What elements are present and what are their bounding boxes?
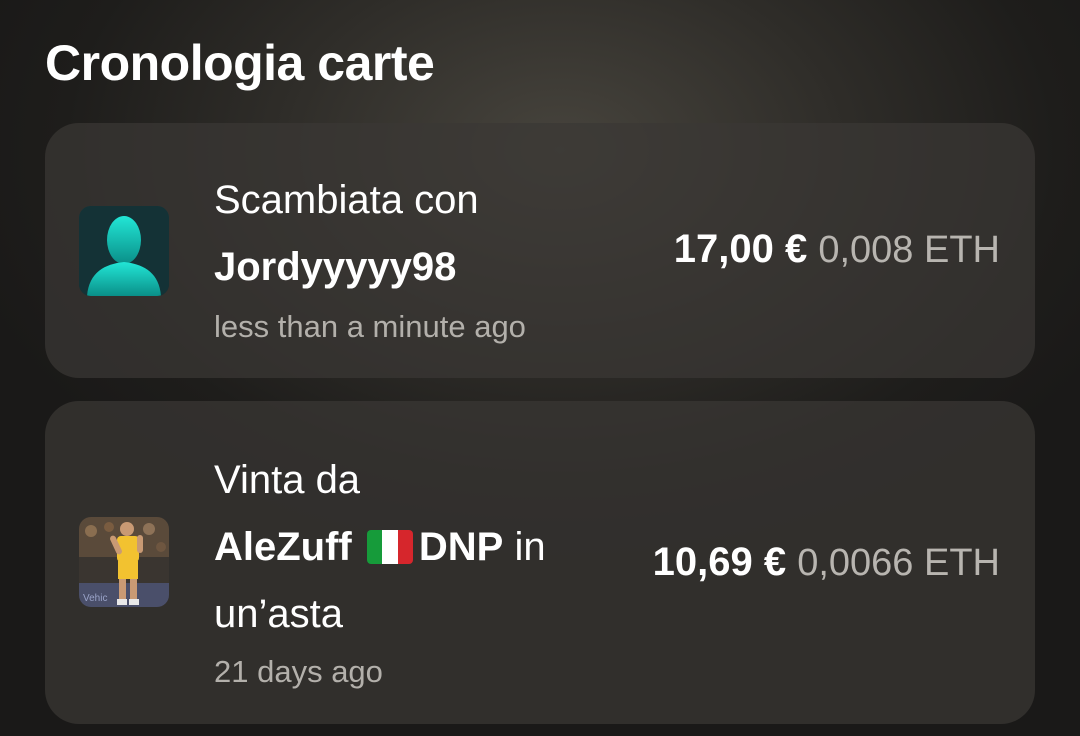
- history-action: Scambiata con: [214, 178, 479, 222]
- history-price: 10,69 € 0,0066 ETH: [653, 540, 1000, 585]
- page-title: Cronologia carte: [45, 35, 435, 91]
- history-time: less than a minute ago: [214, 309, 526, 344]
- history-user-line: AleZuff DNP in: [214, 514, 614, 581]
- history-suffix-text: in: [514, 525, 546, 569]
- history-user[interactable]: AleZuff: [214, 525, 352, 569]
- history-item-auction[interactable]: Vehic Vinta da AleZuff DNP in un’asta 21…: [45, 401, 1035, 724]
- price-eth: 0,008 ETH: [818, 229, 1000, 271]
- history-price: 17,00 € 0,008 ETH: [674, 227, 1000, 272]
- price-eur: 17,00 €: [673, 227, 808, 271]
- default-avatar-icon: [79, 206, 169, 296]
- user-avatar[interactable]: [79, 206, 169, 296]
- price-eth: 0,0066 ETH: [797, 542, 1000, 584]
- history-action: Vinta da: [214, 458, 361, 502]
- basketball-player-avatar-icon: Vehic: [79, 517, 169, 607]
- history-time: 21 days ago: [214, 654, 383, 689]
- history-user[interactable]: Jordyyyyy98: [214, 234, 634, 301]
- history-suffix-line2: un’asta: [214, 592, 343, 636]
- history-user-suffix: DNP: [418, 525, 504, 569]
- svg-text:Vehic: Vehic: [83, 593, 107, 604]
- user-avatar[interactable]: Vehic: [79, 517, 169, 607]
- italy-flag-icon: [366, 530, 413, 564]
- price-eur: 10,69 €: [652, 540, 787, 584]
- history-item-trade[interactable]: Scambiata con Jordyyyyy98 less than a mi…: [45, 123, 1035, 378]
